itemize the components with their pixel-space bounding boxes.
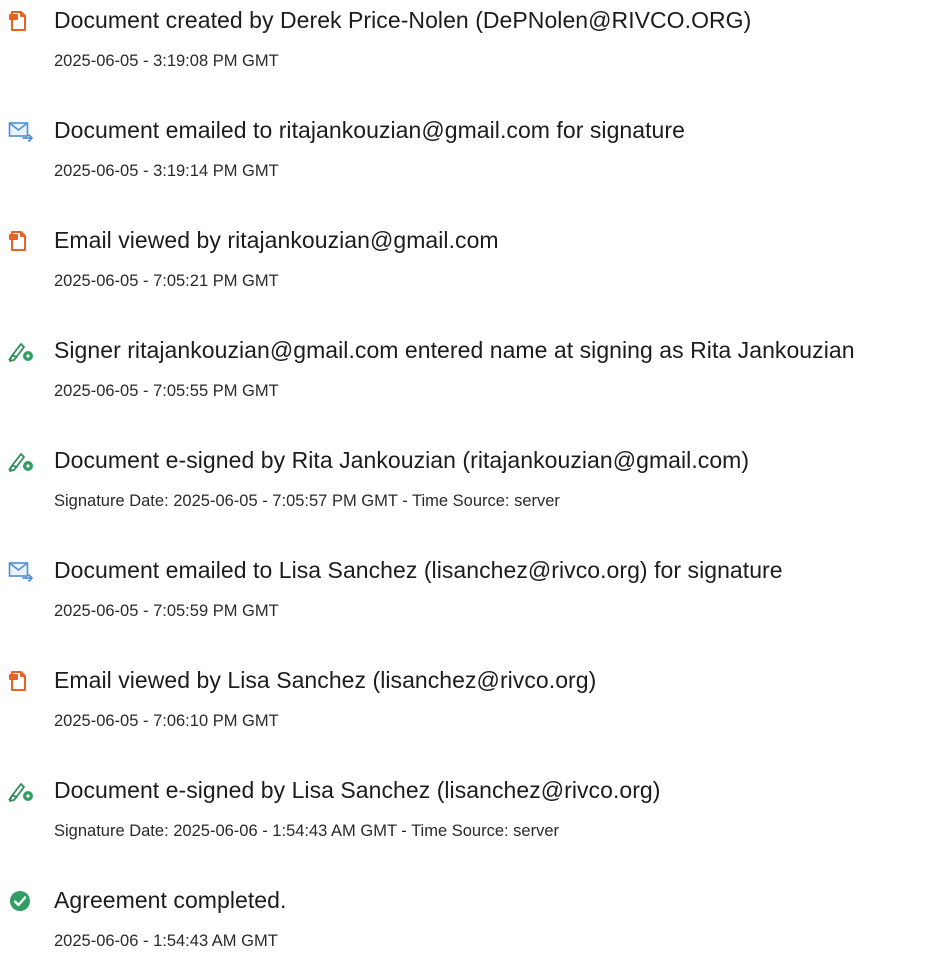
audit-event: Document e-signed by Lisa Sanchez (lisan…	[0, 770, 942, 850]
email-send-icon	[8, 119, 34, 143]
document-icon	[8, 229, 34, 253]
event-timestamp: 2025-06-05 - 7:05:59 PM GMT	[54, 602, 279, 620]
email-send-icon	[8, 559, 34, 583]
audit-event: Signer ritajankouzian@gmail.com entered …	[0, 330, 942, 410]
event-title: Document emailed to ritajankouzian@gmail…	[54, 117, 685, 143]
audit-event: Agreement completed. 2025-06-06 - 1:54:4…	[0, 880, 942, 960]
audit-event: Email viewed by Lisa Sanchez (lisanchez@…	[0, 660, 942, 740]
checkmark-circle-icon	[8, 889, 34, 913]
event-title: Email viewed by Lisa Sanchez (lisanchez@…	[54, 667, 597, 693]
pen-sign-icon	[8, 449, 34, 473]
event-timestamp: 2025-06-05 - 7:05:21 PM GMT	[54, 272, 279, 290]
document-icon	[8, 669, 34, 693]
event-timestamp: 2025-06-05 - 3:19:08 PM GMT	[54, 52, 279, 70]
audit-event: Document e-signed by Rita Jankouzian (ri…	[0, 440, 942, 520]
document-icon	[8, 9, 34, 33]
audit-event: Document emailed to Lisa Sanchez (lisanc…	[0, 550, 942, 630]
event-title: Document e-signed by Lisa Sanchez (lisan…	[54, 777, 661, 803]
event-timestamp: 2025-06-06 - 1:54:43 AM GMT	[54, 932, 278, 950]
event-timestamp: 2025-06-05 - 3:19:14 PM GMT	[54, 162, 279, 180]
event-title: Document e-signed by Rita Jankouzian (ri…	[54, 447, 750, 473]
event-title: Document created by Derek Price-Nolen (D…	[54, 7, 752, 33]
event-timestamp: 2025-06-05 - 7:05:55 PM GMT	[54, 382, 279, 400]
audit-event: Document emailed to ritajankouzian@gmail…	[0, 110, 942, 190]
event-signature-date: Signature Date: 2025-06-05 - 7:05:57 PM …	[54, 492, 560, 510]
pen-sign-icon	[8, 779, 34, 803]
audit-event: Document created by Derek Price-Nolen (D…	[0, 0, 942, 80]
event-title: Agreement completed.	[54, 887, 287, 913]
event-title: Document emailed to Lisa Sanchez (lisanc…	[54, 557, 783, 583]
pen-sign-icon	[8, 339, 34, 363]
event-title: Email viewed by ritajankouzian@gmail.com	[54, 227, 499, 253]
event-title: Signer ritajankouzian@gmail.com entered …	[54, 337, 855, 363]
audit-event: Email viewed by ritajankouzian@gmail.com…	[0, 220, 942, 300]
event-timestamp: 2025-06-05 - 7:06:10 PM GMT	[54, 712, 279, 730]
event-signature-date: Signature Date: 2025-06-06 - 1:54:43 AM …	[54, 822, 560, 840]
